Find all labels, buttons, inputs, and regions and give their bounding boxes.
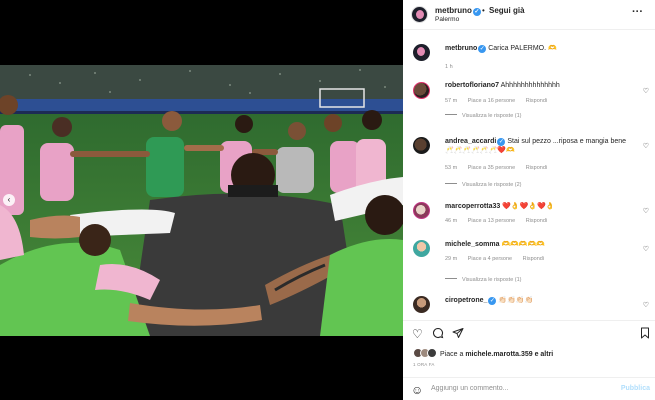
caption-text: Carica PALERMO. 🫶 — [488, 45, 557, 52]
comment-like-icon[interactable]: ♡ — [643, 87, 649, 95]
liked-user-link[interactable]: michele.marotta.359 — [465, 351, 532, 358]
view-replies-button[interactable]: Visualizza le risposte (1) — [445, 113, 522, 119]
verified-icon: ✓ — [497, 138, 506, 146]
comment-meta: 53 m Piace a 35 persone Rispondi — [445, 165, 556, 171]
liked-prefix: Piace a — [440, 351, 464, 358]
comment-line: andrea_accardi ✓ Stai sul pezzo ...riposa… — [445, 137, 635, 155]
comment-line: marcoperrotta33 ❤️👌❤️👌❤️👌 — [445, 202, 555, 210]
comment-line: michele_somma 🫶🫶🫶🫶🫶 — [445, 240, 545, 248]
caption-author-avatar[interactable] — [413, 44, 430, 61]
author-avatar[interactable] — [411, 6, 428, 23]
comment-username[interactable]: andrea_accardi — [445, 138, 496, 145]
view-replies-label: Visualizza le risposte (1) — [462, 113, 522, 119]
comment-line: ciropetrone_ ✓ 👏🏻👏🏻👏🏻👏🏻 — [445, 296, 533, 305]
instagram-post-view: ‹ metbruno ✓ • Segui già Palermo ··· metb… — [0, 0, 655, 400]
post-actions: ♡ Piace a michele.marotta.359 e altri 1 … — [403, 320, 655, 400]
comment-meta: 57 m Piace a 16 persone Rispondi — [445, 98, 556, 104]
comment-like-icon[interactable]: ♡ — [643, 245, 649, 253]
comment-reply-button[interactable]: Rispondi — [526, 218, 547, 224]
comment-avatar[interactable] — [413, 202, 430, 219]
post-date[interactable]: 1 ORA FA — [413, 362, 435, 367]
comment-avatar[interactable] — [413, 82, 430, 99]
comment-reply-button[interactable]: Rispondi — [526, 98, 547, 104]
emoji-icon[interactable]: ☺ — [411, 383, 423, 397]
more-icon[interactable]: ··· — [632, 6, 643, 18]
caption-line: metbruno ✓ Carica PALERMO. 🫶 — [445, 44, 557, 53]
comments-list[interactable]: metbruno ✓ Carica PALERMO. 🫶 1 h robertof… — [403, 38, 655, 320]
author-username[interactable]: metbruno — [435, 6, 472, 15]
comment-username[interactable]: ciropetrone_ — [445, 297, 487, 304]
comment-text: 🫶🫶🫶🫶🫶 — [501, 241, 546, 248]
comment-time: 29 m — [445, 256, 458, 262]
comment-item: marcoperrotta33 ❤️👌❤️👌❤️👌 ♡ 46 m Piace a… — [403, 202, 655, 232]
view-replies-button[interactable]: Visualizza le risposte (1) — [445, 277, 522, 283]
comment-likes-count[interactable]: Piace a 16 persone — [468, 98, 515, 104]
comment-likes-count[interactable]: Piace a 4 persone — [468, 256, 512, 262]
comment-time: 57 m — [445, 98, 458, 104]
heart-icon[interactable]: ♡ — [412, 327, 423, 341]
liked-by[interactable]: Piace a michele.marotta.359 e altri — [413, 348, 553, 358]
comment-item: andrea_accardi ✓ Stai sul pezzo ...riposa… — [403, 137, 655, 197]
comment-meta: 29 m Piace a 4 persone Rispondi — [445, 256, 553, 262]
verified-icon: ✓ — [472, 8, 481, 16]
comment-like-icon[interactable]: ♡ — [643, 301, 649, 309]
comment-likes-count[interactable]: Piace a 13 persone — [468, 218, 515, 224]
comment-avatar[interactable] — [413, 240, 430, 257]
comment-item: robertofloriano7 Ahhhhhhhhhhhhhh ♡ 57 m … — [403, 82, 655, 130]
comment-reply-button[interactable]: Rispondi — [526, 165, 547, 171]
verified-icon: ✓ — [478, 45, 487, 53]
author-name-group: metbruno ✓ — [435, 6, 481, 16]
post-location[interactable]: Palermo — [435, 16, 459, 23]
caption-username[interactable]: metbruno — [445, 45, 477, 52]
comment-text: Ahhhhhhhhhhhhhh — [500, 82, 560, 89]
comment-username[interactable]: michele_somma — [445, 241, 499, 248]
post-caption: metbruno ✓ Carica PALERMO. 🫶 1 h — [403, 44, 655, 72]
comment-like-icon[interactable]: ♡ — [643, 142, 649, 150]
share-icon[interactable] — [452, 327, 464, 342]
comment-item: michele_somma 🫶🫶🫶🫶🫶 ♡ 29 m Piace a 4 per… — [403, 240, 655, 288]
post-media-area: ‹ — [0, 0, 403, 400]
comment-text: 👏🏻👏🏻👏🏻👏🏻 — [498, 297, 534, 304]
comment-like-icon[interactable]: ♡ — [643, 207, 649, 215]
comment-input[interactable] — [431, 385, 611, 392]
comment-reply-button[interactable]: Rispondi — [523, 256, 544, 262]
verified-icon: ✓ — [488, 297, 497, 305]
comment-username[interactable]: marcoperrotta33 — [445, 203, 500, 210]
post-photo[interactable] — [0, 65, 403, 336]
post-header: metbruno ✓ • Segui già Palermo ··· — [403, 0, 655, 30]
comment-avatar[interactable] — [413, 296, 430, 313]
separator-dot: • — [482, 6, 485, 15]
comment-likes-count[interactable]: Piace a 35 persone — [468, 165, 515, 171]
comment-meta: 46 m Piace a 13 persone Rispondi — [445, 218, 556, 224]
comment-username[interactable]: robertofloriano7 — [445, 82, 499, 89]
comment-composer: ☺ Pubblica — [403, 377, 655, 400]
liked-others-link[interactable]: e altri — [535, 351, 554, 358]
comment-time: 46 m — [445, 218, 458, 224]
caption-meta: 1 h — [445, 64, 462, 70]
publish-button[interactable]: Pubblica — [621, 385, 650, 392]
view-replies-button[interactable]: Visualizza le risposte (2) — [445, 182, 522, 188]
follow-button[interactable]: Segui già — [489, 6, 525, 15]
liked-by-avatars — [413, 348, 437, 358]
comment-item: ciropetrone_ ✓ 👏🏻👏🏻👏🏻👏🏻 ♡ — [403, 296, 655, 320]
bookmark-icon[interactable] — [640, 327, 650, 342]
view-replies-label: Visualizza le risposte (2) — [462, 182, 522, 188]
comment-time: 53 m — [445, 165, 458, 171]
post-side-panel: metbruno ✓ • Segui già Palermo ··· metbru… — [403, 0, 655, 400]
chevron-left-icon: ‹ — [7, 195, 11, 204]
comment-text: ❤️👌❤️👌❤️👌 — [502, 203, 555, 210]
comment-line: robertofloriano7 Ahhhhhhhhhhhhhh — [445, 82, 560, 89]
carousel-prev-button[interactable]: ‹ — [3, 194, 15, 206]
comment-icon[interactable] — [432, 327, 444, 342]
caption-time: 1 h — [445, 64, 453, 70]
view-replies-label: Visualizza le risposte (1) — [462, 277, 522, 283]
comment-avatar[interactable] — [413, 137, 430, 154]
